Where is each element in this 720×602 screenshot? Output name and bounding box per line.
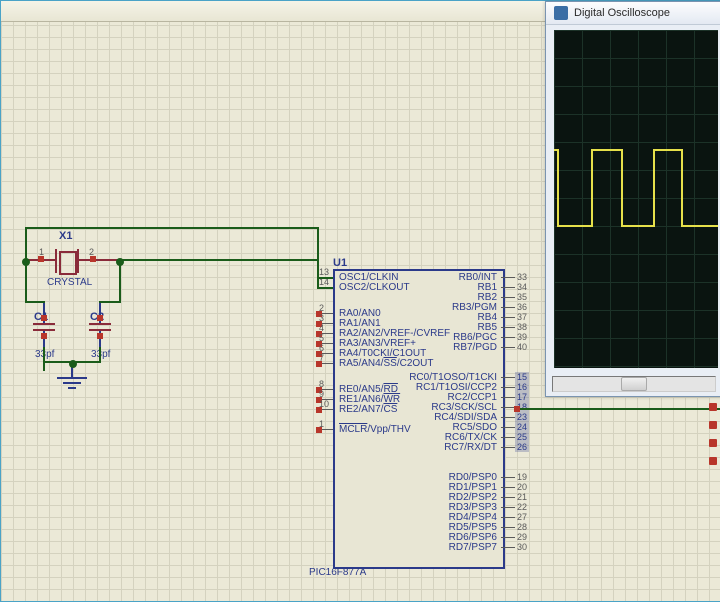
crystal-pin1: 1 <box>39 247 44 257</box>
pin-number: 27 <box>517 512 527 522</box>
c2-plate-top[interactable] <box>89 323 111 325</box>
pin-number: 20 <box>517 482 527 492</box>
crystal-plate-left <box>55 249 57 273</box>
pin-stub[interactable] <box>501 417 515 418</box>
crystal-plate-right <box>77 249 79 273</box>
pin-number: 36 <box>517 302 527 312</box>
pin-number: 10 <box>319 399 329 409</box>
pin-stub[interactable] <box>501 477 515 478</box>
crystal-body[interactable] <box>59 251 77 275</box>
pin-number: 21 <box>517 492 527 502</box>
schematic-canvas[interactable]: X1 1 2 CRYSTAL C1 33pf C2 33pf U1 PIC16F… <box>0 0 720 602</box>
pin-stub[interactable] <box>501 447 515 448</box>
pin-number: 19 <box>517 472 527 482</box>
pin-name: MCLR/Vpp/THV <box>339 424 411 435</box>
pin-number: 22 <box>517 502 527 512</box>
pin-name: RA5/AN4/SS/C2OUT <box>339 358 433 369</box>
mcu-designator: U1 <box>333 257 347 269</box>
pin-number: 3 <box>319 313 324 323</box>
pin-stub[interactable] <box>501 327 515 328</box>
pin-number: 28 <box>517 522 527 532</box>
pin-stub[interactable] <box>501 437 515 438</box>
mcu-value: PIC16F877A <box>309 567 366 578</box>
c1-plate-top[interactable] <box>33 323 55 325</box>
pin-stub[interactable] <box>501 537 515 538</box>
pin-stub[interactable] <box>501 287 515 288</box>
pad-2[interactable] <box>709 421 717 429</box>
pin-number: 40 <box>517 342 527 352</box>
pin-stub[interactable] <box>501 547 515 548</box>
pin-number: 33 <box>517 272 527 282</box>
pin-stub[interactable] <box>501 307 515 308</box>
pin-stub[interactable] <box>501 297 515 298</box>
pin-number: 7 <box>319 353 324 363</box>
pin-stub[interactable] <box>501 527 515 528</box>
scope-trace <box>554 150 718 226</box>
pin-stub[interactable] <box>501 387 515 388</box>
pin-number: 39 <box>517 332 527 342</box>
pad-4[interactable] <box>709 457 717 465</box>
pin-number: 13 <box>319 267 329 277</box>
pin-name: OSC2/CLKOUT <box>339 282 410 293</box>
pin-stub[interactable] <box>501 407 515 408</box>
scope-app-icon <box>554 6 568 20</box>
crystal-pin2: 2 <box>89 247 94 257</box>
pin-number: 9 <box>319 389 324 399</box>
crystal-value: CRYSTAL <box>47 277 92 288</box>
pad-3[interactable] <box>709 439 717 447</box>
scope-scrollbar-thumb[interactable] <box>621 377 647 391</box>
pin-stub[interactable] <box>501 337 515 338</box>
pin-number: 29 <box>517 532 527 542</box>
pin-number: 37 <box>517 312 527 322</box>
pin-number: 4 <box>319 323 324 333</box>
pin-stub[interactable] <box>501 487 515 488</box>
pin-number: 1 <box>319 419 324 429</box>
pin-name: RE2/AN7/CS <box>339 404 397 415</box>
pin-number: 30 <box>517 542 527 552</box>
pin-number: 35 <box>517 292 527 302</box>
scope-scrollbar[interactable] <box>552 376 716 392</box>
pin-stub[interactable] <box>501 317 515 318</box>
pin-number: 6 <box>319 343 324 353</box>
pin-stub[interactable] <box>501 517 515 518</box>
pin-stub[interactable] <box>501 507 515 508</box>
scope-title: Digital Oscilloscope <box>574 7 670 19</box>
pin-stub[interactable] <box>501 377 515 378</box>
scope-titlebar[interactable]: Digital Oscilloscope <box>546 2 720 25</box>
crystal-designator: X1 <box>59 230 72 242</box>
pin-stub[interactable] <box>501 427 515 428</box>
pin-number: 34 <box>517 282 527 292</box>
pad-1[interactable] <box>709 403 717 411</box>
pin-name: RD7/PSP7 <box>449 542 497 553</box>
oscilloscope-window[interactable]: Digital Oscilloscope <box>545 1 720 397</box>
scope-display[interactable] <box>554 30 718 368</box>
pin-stub[interactable] <box>501 347 515 348</box>
pin-stub[interactable] <box>501 397 515 398</box>
pin-stub[interactable] <box>501 277 515 278</box>
pin-number: 8 <box>319 379 324 389</box>
pin-number: 5 <box>319 333 324 343</box>
pin-stub[interactable] <box>501 497 515 498</box>
pin-number: 38 <box>517 322 527 332</box>
pin-number: 2 <box>319 303 324 313</box>
pin-name: RB7/PGD <box>453 342 497 353</box>
pin-name: RC7/RX/DT <box>444 442 497 453</box>
